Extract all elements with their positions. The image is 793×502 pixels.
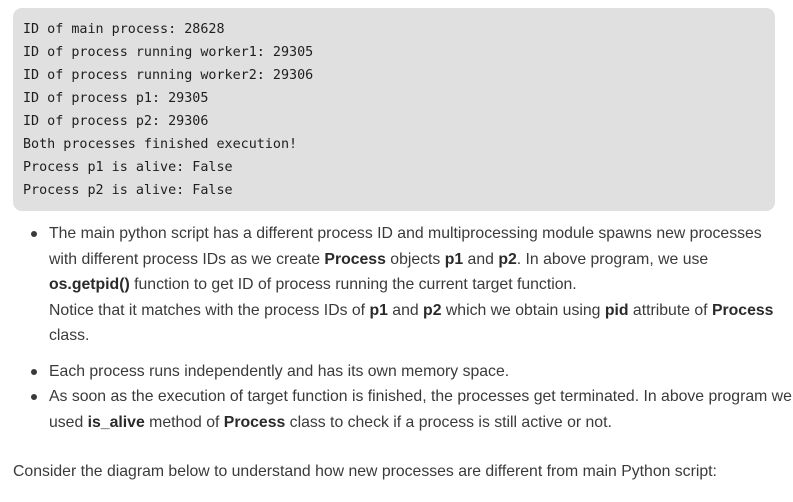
code-line: Process p2 is alive: False [23,183,233,198]
bullet-text: and [387,301,424,319]
keyword: p1 [369,301,388,319]
keyword: Process [324,250,386,268]
keyword: os.getpid() [49,276,130,293]
closing-paragraph: Consider the diagram below to understand… [13,463,717,480]
bullet-text: and [463,250,499,268]
code-line: ID of process running worker2: 29306 [23,68,314,83]
bullet-item-terminated: As soon as the execution of target funct… [0,384,793,435]
keyword: Process [711,301,774,319]
code-line: Both processes finished execution! [23,137,298,152]
code-line: ID of process running worker1: 29305 [23,45,314,60]
bullet-text: objects [385,250,445,268]
bullet-text: class. [49,327,90,344]
code-line: ID of process p1: 29305 [23,91,209,106]
bullet-text: Notice that it matches with the process … [49,301,370,319]
bullet-text: class to check if a process is still act… [285,413,612,431]
keyword: p2 [498,250,517,268]
bullet-dot [31,231,37,237]
bullet-item-process-ids: The main python script has a different p… [0,221,793,349]
keyword: is_alive [87,413,145,431]
bullet-text: method of [144,413,224,431]
code-line: ID of process p2: 29306 [23,114,209,129]
code-line: Process p1 is alive: False [23,160,233,175]
keyword: p1 [444,250,464,268]
bullet-text: . In above program, we use [516,250,709,268]
keyword: pid [604,301,629,319]
bullet-dot [31,368,37,375]
bullet-dot [31,394,37,400]
bullet-text: function to get ID of process running th… [129,276,577,293]
code-line: ID of main process: 28628 [23,22,225,37]
bullet-text: Each process runs independently and has … [49,362,510,380]
keyword: p2 [423,301,442,319]
bullet-text: attribute of [628,301,712,319]
bullet-item-independent: Each process runs independently and has … [0,359,793,385]
bullet-list: The main python script has a different p… [0,221,793,435]
keyword: Process [223,413,286,431]
bullet-text: which we obtain using [441,301,605,319]
code-output-block: ID of main process: 28628 ID of process … [13,8,775,211]
